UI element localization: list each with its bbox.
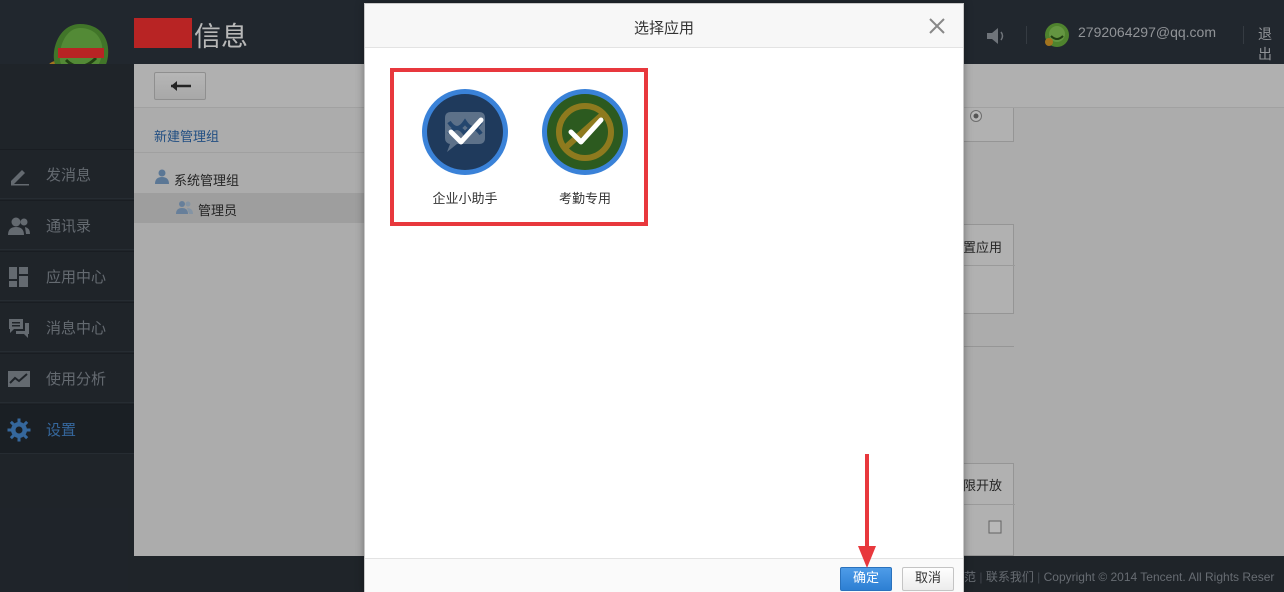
app-name: 企业小助手: [432, 192, 498, 207]
app-card-attendance[interactable]: 考勤专用: [535, 88, 635, 208]
close-icon[interactable]: [927, 16, 947, 36]
enterprise-assistant-app-icon: [422, 89, 508, 175]
cancel-button[interactable]: 取消: [902, 567, 954, 591]
select-app-dialog: 选择应用 企业小助手 考勤专用: [364, 3, 964, 592]
app-name: 考勤专用: [558, 192, 611, 207]
app-card-enterprise-assistant[interactable]: 企业小助手: [415, 88, 515, 208]
dialog-header: 选择应用: [365, 4, 963, 48]
confirm-button[interactable]: 确定: [840, 567, 892, 591]
dialog-title: 选择应用: [633, 19, 694, 37]
attendance-app-icon: [542, 89, 628, 175]
